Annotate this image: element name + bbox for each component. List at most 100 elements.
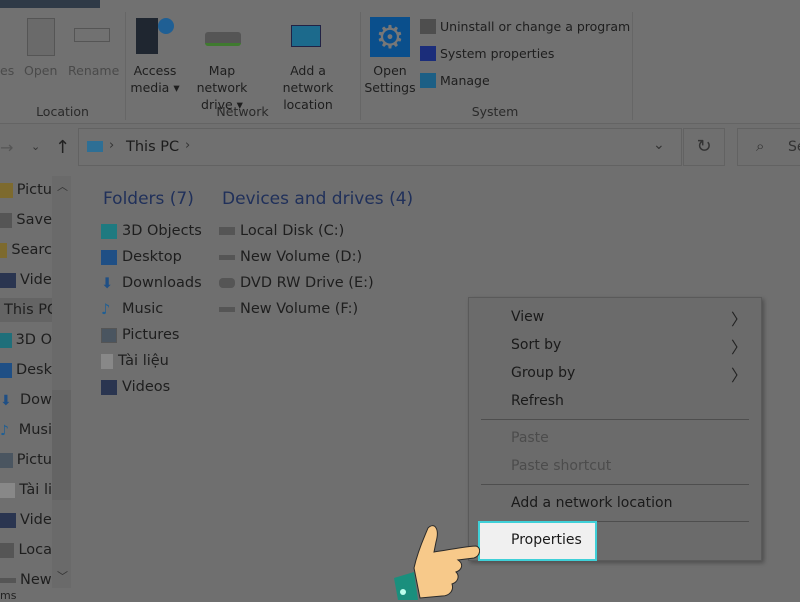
network-drive-icon xyxy=(205,32,241,46)
label: Tài liệu xyxy=(118,353,169,369)
menu-separator xyxy=(481,419,749,420)
ribbon-button-partial[interactable]: es xyxy=(0,62,14,79)
label: Pictures xyxy=(122,327,180,343)
label: New xyxy=(20,572,52,588)
navigation-pane: Pictu Save Searc Vide This PC 3D O Desk … xyxy=(0,176,72,588)
videos-icon xyxy=(0,272,16,288)
pictures-icon xyxy=(101,327,117,343)
system-properties-button[interactable]: System properties xyxy=(420,46,554,61)
hand xyxy=(413,525,480,599)
group-label-location: Location xyxy=(36,104,89,119)
label: Pictu xyxy=(16,452,52,468)
sidebar-item[interactable]: ⬇ Dow xyxy=(0,388,52,412)
label: Settings xyxy=(364,80,416,95)
sidebar-item[interactable]: Searc xyxy=(0,238,52,262)
sidebar-item-this-pc[interactable]: This PC xyxy=(0,298,52,322)
folder-item[interactable]: Tài liệu xyxy=(101,351,202,371)
search-box[interactable]: ⌕ Se xyxy=(737,128,800,166)
label: Map network xyxy=(196,63,248,95)
forward-icon[interactable]: → xyxy=(0,138,13,157)
drive-item[interactable]: New Volume (F:) xyxy=(219,299,374,319)
menu-item-paste: Paste xyxy=(511,430,549,446)
submenu-arrow-icon: 〉 xyxy=(730,366,747,385)
manage-button[interactable]: Manage xyxy=(420,73,490,88)
label: Uninstall or change a program xyxy=(440,19,631,34)
cuff-button xyxy=(400,589,406,595)
sidebar-item[interactable]: ♪ Musi xyxy=(0,418,52,442)
label: Searc xyxy=(11,242,52,258)
access-media-button[interactable]: Access media ▾ xyxy=(128,62,182,96)
scroll-up-icon[interactable]: ︿ xyxy=(57,178,68,194)
downloads-icon: ⬇ xyxy=(101,275,114,292)
sidebar-item[interactable]: Pictu xyxy=(0,178,52,202)
refresh-icon[interactable]: ↻ xyxy=(683,128,725,166)
uninstall-program-button[interactable]: Uninstall or change a program xyxy=(420,19,630,34)
3d-objects-icon xyxy=(101,223,117,239)
sidebar-scrollbar[interactable]: ︿ ﹀ xyxy=(52,176,71,588)
folder-item[interactable]: 3D Objects xyxy=(101,221,202,241)
recent-locations-chevron-icon[interactable]: ⌄ xyxy=(31,140,40,153)
drive-icon xyxy=(219,254,235,260)
scrollbar-thumb[interactable] xyxy=(52,390,71,500)
menu-item-view[interactable]: View xyxy=(511,309,544,325)
breadcrumb-this-pc[interactable]: This PC xyxy=(126,139,179,155)
sidebar-item[interactable]: Save xyxy=(0,208,52,232)
sidebar-item[interactable]: 3D O xyxy=(0,328,52,352)
label: Loca xyxy=(18,542,52,558)
folder-item[interactable]: Videos xyxy=(101,377,202,397)
chevron-right-icon: › xyxy=(109,138,115,153)
address-bar[interactable]: › This PC › ⌄ xyxy=(78,128,682,166)
drive-item[interactable]: New Volume (D:) xyxy=(219,247,374,267)
folder-icon xyxy=(0,182,13,198)
menu-item-paste-shortcut: Paste shortcut xyxy=(511,458,612,474)
videos-icon xyxy=(0,512,16,528)
label: Manage xyxy=(440,73,490,88)
chevron-right-icon[interactable]: › xyxy=(185,138,190,153)
folders-header[interactable]: Folders (7) xyxy=(103,189,194,209)
scroll-down-icon[interactable]: ﹀ xyxy=(57,568,68,584)
drive-item[interactable]: DVD RW Drive (E:) xyxy=(219,273,374,293)
label: Vide xyxy=(20,272,52,288)
sidebar-item[interactable]: Loca xyxy=(0,538,52,562)
pointing-hand-icon xyxy=(394,525,480,600)
network-location-icon xyxy=(291,25,321,47)
sidebar-item[interactable]: Pictu xyxy=(0,448,52,472)
sidebar-item[interactable]: Vide xyxy=(0,508,52,532)
sidebar-item[interactable]: Desk xyxy=(0,358,52,382)
label: System properties xyxy=(440,46,555,61)
rename-button[interactable]: Rename xyxy=(68,62,119,79)
ribbon-tab-strip xyxy=(0,0,100,8)
search-icon: ⌕ xyxy=(756,137,765,155)
drive-item[interactable]: Local Disk (C:) xyxy=(219,221,374,241)
label: Dow xyxy=(20,392,52,408)
menu-separator xyxy=(481,484,749,485)
open-icon xyxy=(27,18,55,56)
menu-item-group-by[interactable]: Group by xyxy=(511,365,575,381)
menu-item-add-network-location[interactable]: Add a network location xyxy=(511,495,672,511)
sidebar-item[interactable]: Vide xyxy=(0,268,52,292)
menu-item-refresh[interactable]: Refresh xyxy=(511,393,564,409)
submenu-arrow-icon: 〉 xyxy=(730,338,747,357)
label: Videos xyxy=(122,379,171,395)
status-bar-text: ms xyxy=(0,589,17,602)
open-button[interactable]: Open xyxy=(24,62,57,79)
address-dropdown-icon[interactable]: ⌄ xyxy=(653,137,665,153)
menu-item-sort-by[interactable]: Sort by xyxy=(511,337,561,353)
folder-item[interactable]: ⬇ Downloads xyxy=(101,273,202,293)
label: Vide xyxy=(20,512,52,528)
group-label-network: Network xyxy=(216,104,269,119)
folder-item[interactable]: Desktop xyxy=(101,247,202,267)
folders-list: 3D Objects Desktop ⬇ Downloads ♪ Music Pic… xyxy=(101,221,202,397)
manage-icon xyxy=(420,73,436,88)
sidebar-item[interactable]: Tài li xyxy=(0,478,52,502)
drives-list: Local Disk (C:) New Volume (D:) DVD RW D… xyxy=(219,221,374,319)
label: This PC xyxy=(4,302,52,318)
devices-header[interactable]: Devices and drives (4) xyxy=(222,189,413,209)
folder-item[interactable]: Pictures xyxy=(101,325,202,345)
folder-item[interactable]: ♪ Music xyxy=(101,299,202,319)
open-settings-button[interactable]: Open Settings xyxy=(364,62,416,96)
document-icon xyxy=(0,482,16,498)
windows-drive-icon xyxy=(219,227,235,235)
menu-item-properties[interactable]: Properties xyxy=(478,521,597,561)
up-arrow-icon[interactable]: ↑ xyxy=(55,137,70,158)
